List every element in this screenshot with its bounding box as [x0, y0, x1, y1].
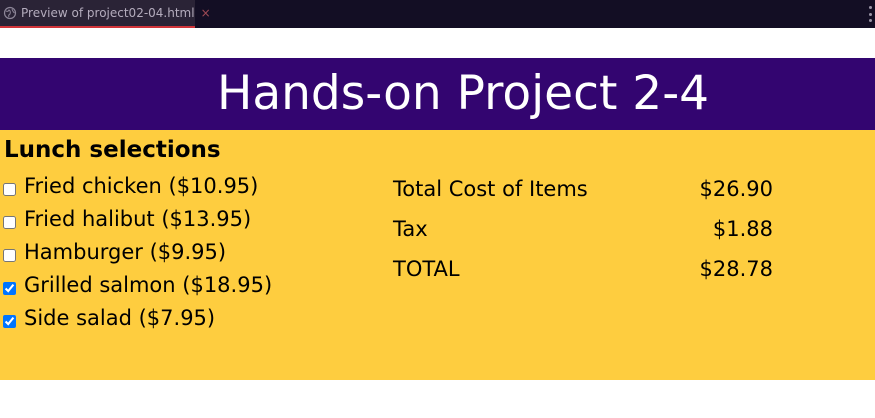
- page-title: Hands-on Project 2-4: [217, 66, 710, 121]
- preview-tab[interactable]: Preview of project02-04.html ×: [0, 0, 211, 28]
- more-actions-icon[interactable]: [868, 6, 872, 22]
- menu-item-hamburger[interactable]: Hamburger ($9.95): [3, 240, 226, 264]
- menu-item-side-salad[interactable]: Side salad ($7.95): [3, 306, 215, 330]
- total-cost-value: $26.90: [699, 177, 773, 201]
- editor-tab-bar: Preview of project02-04.html ×: [0, 0, 875, 28]
- menu-item-label: Hamburger ($9.95): [24, 240, 227, 264]
- lunch-selections-heading: Lunch selections: [4, 137, 221, 163]
- menu-item-fried-halibut[interactable]: Fried halibut ($13.95): [3, 207, 251, 231]
- total-cost-row: Total Cost of Items $26.90: [393, 177, 773, 207]
- tax-value: $1.88: [712, 217, 773, 241]
- menu-item-grilled-salmon[interactable]: Grilled salmon ($18.95): [3, 273, 272, 297]
- menu-item-label: Grilled salmon ($18.95): [24, 273, 273, 297]
- menu-item-label: Fried chicken ($10.95): [24, 174, 259, 198]
- fried-halibut-checkbox[interactable]: [3, 215, 16, 229]
- hamburger-checkbox[interactable]: [3, 248, 16, 262]
- grand-total-label: TOTAL: [393, 257, 460, 281]
- menu-item-label: Fried halibut ($13.95): [24, 207, 252, 231]
- total-cost-label: Total Cost of Items: [393, 177, 588, 201]
- tab-title: Preview of project02-04.html: [21, 6, 195, 20]
- grand-total-value: $28.78: [699, 257, 773, 281]
- close-icon[interactable]: ×: [201, 6, 211, 20]
- menu-item-label: Side salad ($7.95): [24, 306, 216, 330]
- globe-icon: [3, 6, 17, 20]
- page-banner: Hands-on Project 2-4: [0, 58, 875, 130]
- tax-row: Tax $1.88: [393, 217, 773, 247]
- grilled-salmon-checkbox[interactable]: [3, 281, 16, 295]
- order-form: Lunch selections Fried chicken ($10.95) …: [0, 130, 875, 380]
- tax-label: Tax: [393, 217, 428, 241]
- side-salad-checkbox[interactable]: [3, 314, 16, 328]
- grand-total-row: TOTAL $28.78: [393, 257, 773, 287]
- fried-chicken-checkbox[interactable]: [3, 182, 16, 196]
- menu-item-fried-chicken[interactable]: Fried chicken ($10.95): [3, 174, 258, 198]
